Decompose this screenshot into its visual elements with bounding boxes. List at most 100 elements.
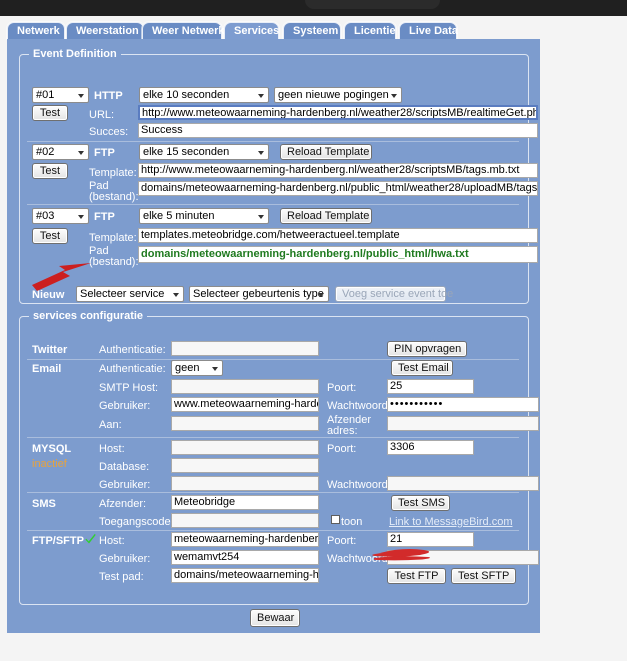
event-path-label-2b: (bestand):	[89, 191, 139, 203]
page-body: Netwerk Weerstation Weer Netwerk Service…	[0, 16, 627, 661]
email-password-label: Wachtwoord:	[327, 400, 391, 412]
save-button[interactable]: Bewaar	[250, 609, 300, 627]
tab-licentie[interactable]: Licentie	[344, 22, 396, 39]
reload-template-button-3[interactable]: Reload Template	[280, 208, 372, 224]
event-url-input-1[interactable]: http://www.meteowaarneming-hardenberg.nl…	[138, 105, 538, 120]
mysql-user-input[interactable]	[171, 476, 319, 491]
email-port-input[interactable]: 25	[387, 379, 474, 394]
tab-bar: Netwerk Weerstation Weer Netwerk Service…	[0, 22, 627, 40]
tab-live-data[interactable]: Live Data	[399, 22, 458, 39]
event-service-label-1: HTTP	[94, 90, 123, 102]
event-number-select-1[interactable]: #01	[32, 87, 89, 103]
ftp-password-label: Wachtwoord:	[327, 553, 391, 565]
ftp-port-input[interactable]: 21	[387, 532, 474, 547]
mysql-user-label: Gebruiker:	[99, 479, 151, 491]
mysql-password-label: Wachtwoord:	[327, 479, 391, 491]
event-service-label-2: FTP	[94, 147, 115, 159]
browser-tab[interactable]	[305, 0, 440, 9]
sms-show-checkbox[interactable]	[331, 515, 340, 524]
ftp-test-ftp-button[interactable]: Test FTP	[387, 568, 446, 584]
tab-netwerk[interactable]: Netwerk	[7, 22, 65, 39]
tab-systeem[interactable]: Systeem	[283, 22, 341, 39]
mysql-status-label: inactief	[32, 458, 67, 470]
new-service-select[interactable]: Selecteer service	[76, 286, 184, 302]
ftp-host-label: Host:	[99, 535, 125, 547]
twitter-auth-input[interactable]	[171, 341, 319, 356]
event-template-input-3[interactable]: templates.meteobridge.com/hetweeractueel…	[138, 228, 538, 243]
event-number-select-3[interactable]: #03	[32, 208, 89, 224]
services-panel: Event Definition #01 HTTP elke 10 second…	[7, 39, 540, 633]
tab-services[interactable]: Services	[224, 22, 279, 39]
services-config-legend: services configuratie	[29, 310, 148, 322]
mysql-host-input[interactable]	[171, 440, 319, 455]
event-interval-value: elke 15 seconden	[143, 146, 230, 158]
event-template-label-3: Template:	[89, 232, 137, 244]
event-interval-select-3[interactable]: elke 5 minuten	[139, 208, 269, 224]
ftp-testpath-input[interactable]: domains/meteowaarneming-ha	[171, 568, 319, 583]
event-interval-select-1[interactable]: elke 10 seconden	[139, 87, 269, 103]
email-sender-input[interactable]	[387, 416, 539, 431]
event-path-input-3[interactable]: domains/meteowaarneming-hardenberg.nl/pu…	[138, 246, 538, 263]
twitter-pin-button[interactable]: PIN opvragen	[387, 341, 467, 357]
tab-label: Netwerk	[17, 25, 60, 37]
email-user-input[interactable]: www.meteowaarneming-harde	[171, 397, 319, 412]
email-to-input[interactable]	[171, 416, 319, 431]
event-path-label-3b: (bestand):	[89, 256, 139, 268]
sms-code-input[interactable]	[171, 513, 319, 528]
mysql-host-label: Host:	[99, 443, 125, 455]
reload-template-button-2[interactable]: Reload Template	[280, 144, 372, 160]
sms-sender-label: Afzender:	[99, 498, 147, 510]
ftp-port-label: Poort:	[327, 535, 357, 547]
ftp-password-input[interactable]	[387, 550, 539, 565]
ftp-host-input[interactable]: meteowaarneming-hardenberg	[171, 532, 319, 547]
ftp-user-input[interactable]: wemamvt254	[171, 550, 319, 565]
event-number-select-2[interactable]: #02	[32, 144, 89, 160]
email-test-button[interactable]: Test Email	[391, 360, 453, 376]
event-test-button-1[interactable]: Test	[32, 105, 68, 121]
event-test-button-2[interactable]: Test	[32, 163, 68, 179]
event-success-input-1[interactable]: Success	[138, 123, 538, 138]
event-path-input-2[interactable]: domains/meteowaarneming-hardenberg.nl/pu…	[138, 181, 538, 196]
ftp-test-sftp-button[interactable]: Test SFTP	[451, 568, 516, 584]
email-password-input[interactable]: •••••••••••	[387, 397, 539, 412]
twitter-section-label: Twitter	[32, 344, 68, 356]
sms-show-label: toon	[341, 516, 363, 528]
email-port-label: Poort:	[327, 382, 357, 394]
event-number-value: #01	[36, 89, 55, 101]
event-interval-select-2[interactable]: elke 15 seconden	[139, 144, 269, 160]
event-retry-select-1[interactable]: geen nieuwe pogingen	[274, 87, 402, 103]
email-auth-label: Authenticatie:	[99, 363, 166, 375]
email-smtp-input[interactable]	[171, 379, 319, 394]
mysql-port-input[interactable]: 3306	[387, 440, 474, 455]
event-definition-legend: Event Definition	[29, 48, 121, 60]
sms-sender-input[interactable]: Meteobridge	[171, 495, 319, 510]
messagebird-link[interactable]: Link to MessageBird.com	[389, 516, 513, 528]
event-divider-2	[27, 204, 519, 205]
new-event-type-value: Selecteer gebeurtenis type	[193, 288, 324, 300]
event-success-label-1: Succes:	[89, 126, 129, 138]
event-retry-value: geen nieuwe pogingen	[278, 89, 389, 101]
new-event-type-select[interactable]: Selecteer gebeurtenis type	[189, 286, 329, 302]
sms-section-label: SMS	[32, 498, 56, 510]
email-section-label: Email	[32, 363, 62, 375]
event-template-input-2[interactable]: http://www.meteowaarneming-hardenberg.nl…	[138, 163, 538, 178]
event-test-button-3[interactable]: Test	[32, 228, 68, 244]
mysql-database-input[interactable]	[171, 458, 319, 473]
mysql-port-label: Poort:	[327, 443, 357, 455]
ftp-testpath-label: Test pad:	[99, 571, 144, 583]
tab-label: Weerstation	[76, 25, 139, 37]
mysql-divider	[27, 492, 519, 493]
email-sender-label-b: adres:	[327, 425, 358, 437]
tab-label: Licentie	[354, 25, 396, 37]
mysql-password-input[interactable]	[387, 476, 539, 491]
tab-label: Weer Netwerk	[152, 25, 225, 37]
ftp-user-label: Gebruiker:	[99, 553, 151, 565]
email-user-label: Gebruiker:	[99, 400, 151, 412]
sms-test-button[interactable]: Test SMS	[391, 495, 450, 511]
tab-label: Live Data	[409, 25, 458, 37]
event-interval-value: elke 10 seconden	[143, 89, 230, 101]
email-auth-select[interactable]: geen	[171, 360, 223, 376]
add-service-event-button[interactable]: Voeg service event toe	[335, 286, 453, 302]
tab-weerstation[interactable]: Weerstation	[66, 22, 144, 39]
tab-weer-netwerk[interactable]: Weer Netwerk	[142, 22, 225, 39]
